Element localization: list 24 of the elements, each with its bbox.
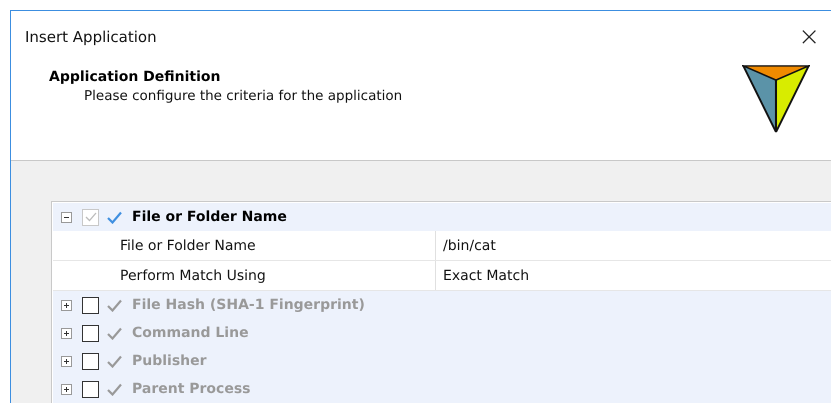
collapse-icon[interactable] [61,212,72,222]
tick-icon [84,212,96,222]
criterion-name: Parent Process [132,381,251,397]
checkbox[interactable] [82,296,99,314]
criterion-name: File Hash (SHA-1 Fingerprint) [132,297,365,313]
expand-icon[interactable] [61,328,72,338]
checkbox[interactable] [82,380,99,398]
property-value[interactable]: Exact Match [436,268,530,284]
criterion-name: Command Line [132,325,249,341]
criterion-name: Publisher [132,353,207,369]
window-title: Insert Application [25,28,157,46]
checkbox[interactable] [82,324,99,342]
criterion-row[interactable]: File or Folder Name [53,203,831,231]
header-title: Application Definition [49,69,222,85]
expand-icon[interactable] [61,384,72,394]
checkbox[interactable] [82,352,99,370]
criterion-name: File or Folder Name [132,209,287,225]
property-value[interactable]: /bin/cat [436,238,496,254]
property-label: File or Folder Name [53,231,436,260]
header-subtitle: Please configure the criteria for the application [83,88,402,104]
expand-icon[interactable] [61,356,72,366]
triangle-logo-icon [742,65,810,133]
expand-icon[interactable] [61,300,72,310]
property-label: Perform Match Using [53,261,436,290]
